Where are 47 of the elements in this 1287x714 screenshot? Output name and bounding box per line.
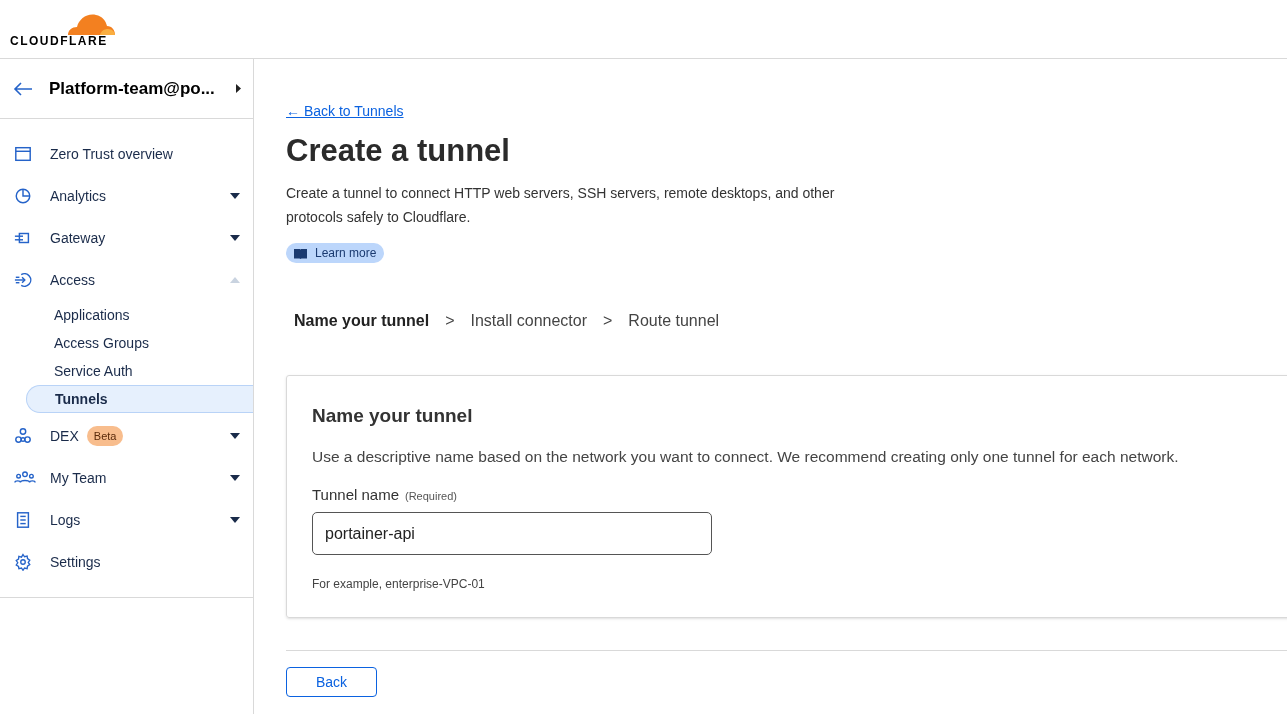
browser-window-icon [14,145,32,163]
step-label: Route tunnel [628,311,720,331]
page-description: Create a tunnel to connect HTTP web servers, SSH servers, remote desktops, and other protocols safely to Cloudflare. [286,184,836,227]
nav-subitem[interactable]: Applications [26,301,253,329]
nav-label: Zero Trust overview [50,144,173,164]
settings-icon [14,553,32,571]
pie-chart-icon [14,187,32,205]
step-label: Install connector [470,311,587,331]
page-title: Create a tunnel [286,132,511,170]
nav-label: Gateway [50,228,106,248]
sign-in-icon [14,271,32,289]
nav-item[interactable]: Zero Trust overview [0,133,253,175]
card-title: Name your tunnel [312,404,474,428]
caret-right-icon [236,84,241,93]
nav-label: Access [50,270,96,290]
step-separator: > [445,311,455,331]
nav-label: DEX [50,426,79,446]
step-label: Name your tunnel [294,311,430,331]
nav-item[interactable]: Settings [0,541,253,583]
nav-label: Analytics [50,186,107,206]
nav-item[interactable]: Analytics [0,175,253,217]
back-to-tunnels-link[interactable]: ← Back to Tunnels [286,103,404,119]
nav-subitem[interactable]: Access Groups [26,329,253,357]
logo-wordmark: CLOUDFLARE [10,35,108,47]
nav-item[interactable]: Access [0,259,253,301]
nav-item[interactable]: Gateway [0,217,253,259]
network-nodes-icon [14,427,32,445]
nav-subitem[interactable]: Service Auth [26,357,253,385]
account-name[interactable]: Platform-team@po... [49,75,215,102]
helper-text: For example, enterprise-VPC-01 [312,576,486,594]
card-description: Use a descriptive name based on the network you want to connect. We recommend creating only one tunnel for each network. [312,446,1180,467]
learn-more-button[interactable]: Learn more [286,243,385,263]
cloudflare-logo[interactable]: CLOUDFLARE [10,11,116,47]
nav-item[interactable]: DEX Beta [0,415,253,457]
field-label: Tunnel name [312,484,399,505]
nav-label: Settings [50,552,101,572]
tunnel-name-input[interactable]: portainer-api [312,512,712,556]
nav-label: Logs [50,510,81,530]
beta-badge: Beta [86,425,124,447]
nav-label: My Team [50,468,107,488]
nav-item[interactable]: Logs [0,499,253,541]
step-separator: > [603,311,613,331]
list-document-icon [14,511,32,529]
back-button[interactable]: Back [286,667,377,698]
nav-item[interactable]: My Team [0,457,253,499]
required-hint: (Required) [405,488,457,504]
nav-subitem[interactable]: Tunnels [26,385,253,413]
